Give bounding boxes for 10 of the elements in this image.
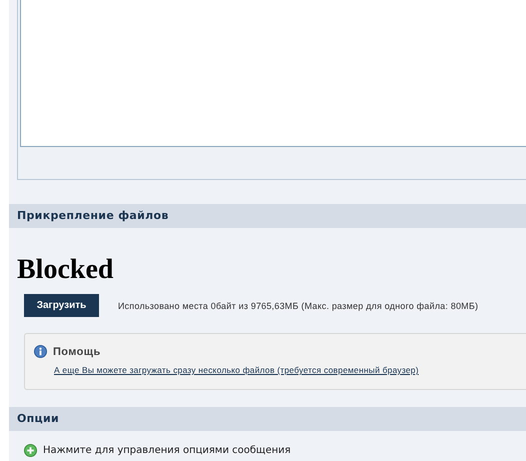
info-icon (34, 345, 47, 358)
plus-icon[interactable] (24, 444, 37, 457)
upload-button[interactable]: Загрузить (24, 294, 99, 317)
usage-text: Использовано места 0байт из 9765,63МБ (Макс. размер для одного файла: 80МБ) (118, 300, 478, 310)
options-toggle-text[interactable]: Нажмите для управления опциями сообщения (43, 445, 291, 456)
section-header: Прикрепление файлов (9, 204, 526, 228)
blocked-text: Blocked (17, 254, 114, 286)
section-header: Опции (9, 407, 526, 431)
multi-upload-link[interactable]: А еще Вы можете загружать сразу несколько файлов (требуется современный браузер) (54, 365, 419, 375)
help-title: Помощь (53, 346, 101, 358)
